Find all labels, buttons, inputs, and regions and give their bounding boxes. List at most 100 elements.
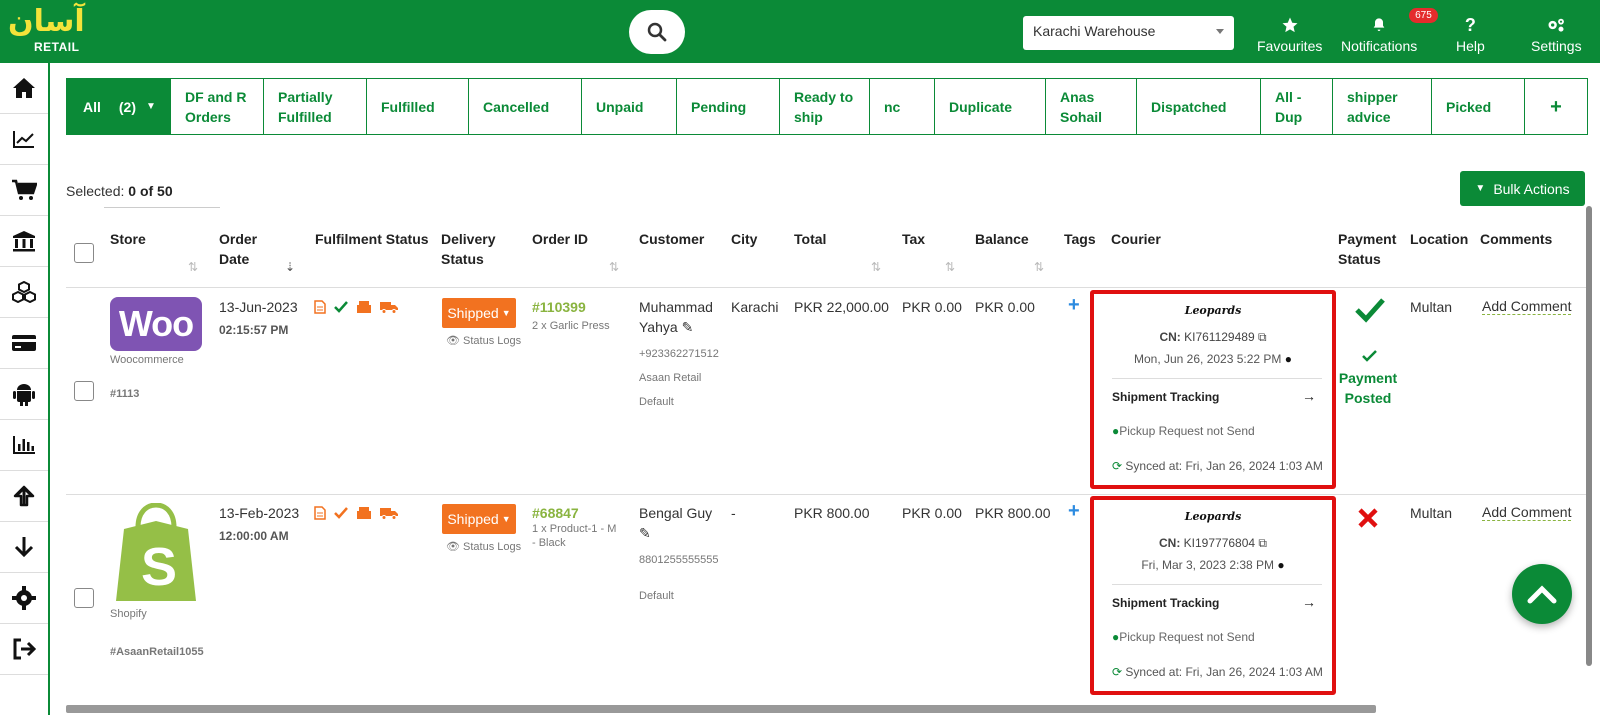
add-tag-button[interactable]: + [1068, 294, 1080, 317]
gears-icon [1548, 18, 1565, 32]
tab-pending[interactable]: Pending [677, 79, 780, 134]
sidebar-item-home[interactable] [0, 63, 48, 114]
tab-partially-fulfilled[interactable]: Partially Fulfilled [264, 79, 367, 134]
sidebar-item-payments[interactable] [0, 318, 48, 369]
tab-shipper-advice[interactable]: shipper advice [1333, 79, 1432, 134]
scroll-to-top-button[interactable] [1512, 564, 1572, 624]
truck-icon[interactable] [380, 300, 398, 314]
sync-icon[interactable]: ⟳ [1112, 665, 1122, 679]
question-icon: ? [1464, 14, 1476, 35]
nav-notifications[interactable]: 675 Notifications [1341, 8, 1438, 54]
tab-dispatched[interactable]: Dispatched [1137, 79, 1261, 134]
vertical-scrollbar[interactable] [1586, 206, 1592, 666]
status-logs-link[interactable]: 👁 Status Logs [446, 540, 521, 553]
sort-desc-icon[interactable]: ⇣ [285, 260, 295, 274]
order-city: Karachi [731, 299, 779, 315]
tab-fulfilled[interactable]: Fulfilled [367, 79, 469, 134]
add-tab-button[interactable]: + [1525, 79, 1587, 134]
tab-duplicate[interactable]: Duplicate [935, 79, 1046, 134]
sort-icon[interactable]: ⇅ [871, 260, 881, 274]
payment-check-icon [1355, 298, 1385, 323]
tab-unpaid[interactable]: Unpaid [582, 79, 677, 134]
invoice-icon[interactable] [314, 506, 326, 520]
column-header-delivery-status[interactable]: Delivery Status [441, 229, 511, 269]
column-header-customer[interactable]: Customer [639, 229, 704, 249]
delivery-status-dropdown[interactable]: Shipped ▼ [442, 298, 516, 328]
brand-logo[interactable]: آسان RETAIL [6, 4, 85, 60]
arrow-right-icon[interactable]: → [1302, 388, 1316, 404]
sidebar-item-finance[interactable] [0, 216, 48, 267]
copy-icon[interactable]: ⧉ [1258, 536, 1267, 550]
copy-icon[interactable]: ⧉ [1258, 330, 1267, 344]
column-header-balance[interactable]: Balance [975, 229, 1029, 249]
row-select-checkbox[interactable] [74, 381, 94, 401]
sort-icon[interactable]: ⇅ [945, 260, 955, 274]
customer-phone: +923362271512 [639, 348, 719, 360]
info-icon[interactable]: ● [1277, 558, 1284, 572]
sync-icon[interactable]: ⟳ [1112, 459, 1122, 473]
nav-settings[interactable]: Settings [1531, 14, 1582, 54]
bulk-actions-button[interactable]: ▼ Bulk Actions [1460, 171, 1585, 206]
shipment-tracking-link[interactable]: Shipment Tracking [1112, 390, 1219, 404]
add-comment-link[interactable]: Add Comment [1482, 298, 1572, 315]
horizontal-scrollbar[interactable] [66, 705, 1376, 713]
order-items: 1 x Product-1 - M - Black [532, 523, 617, 549]
order-tax: PKR 0.00 [902, 505, 962, 521]
sidebar-item-android[interactable] [0, 369, 48, 420]
customer-name[interactable]: Muhammad Yahya ✎ [639, 297, 719, 337]
sidebar-item-reports[interactable] [0, 420, 48, 471]
column-header-order-id[interactable]: Order ID [532, 229, 588, 249]
tab-all[interactable]: All (2) ▼ [67, 79, 171, 134]
tab-ready-to-ship[interactable]: Ready to ship [780, 79, 870, 134]
tab-cancelled[interactable]: Cancelled [469, 79, 582, 134]
tab-all-dup[interactable]: All - Dup [1261, 79, 1333, 134]
column-header-store[interactable]: Store [110, 229, 146, 249]
order-id-link[interactable]: #110399 [532, 297, 586, 317]
info-icon[interactable]: ● [1285, 352, 1292, 366]
sort-icon[interactable]: ⇅ [188, 260, 198, 274]
truck-icon[interactable] [380, 506, 398, 520]
add-tag-button[interactable]: + [1068, 500, 1080, 523]
invoice-icon[interactable] [314, 300, 326, 314]
fulfilment-icons [314, 506, 398, 520]
tab-picked[interactable]: Picked [1432, 79, 1525, 134]
add-comment-link[interactable]: Add Comment [1482, 504, 1572, 521]
arrow-right-icon[interactable]: → [1302, 594, 1316, 610]
column-header-city[interactable]: City [731, 229, 757, 249]
sidebar-item-analytics[interactable] [0, 114, 48, 165]
column-header-tax[interactable]: Tax [902, 229, 925, 249]
nav-help[interactable]: ? Help [1456, 14, 1485, 55]
pencil-icon[interactable]: ✎ [639, 523, 651, 543]
warehouse-select[interactable]: Karachi Warehouse [1023, 16, 1234, 50]
sidebar-item-upload[interactable] [0, 471, 48, 522]
payment-unpaid-x-icon [1358, 508, 1378, 528]
sort-icon[interactable]: ⇅ [609, 260, 619, 274]
nav-favourites[interactable]: Favourites [1257, 14, 1322, 54]
sort-icon[interactable]: ⇅ [1034, 260, 1044, 274]
column-header-total[interactable]: Total [794, 229, 826, 249]
customer-name[interactable]: Bengal Guy [639, 503, 712, 523]
pencil-icon[interactable]: ✎ [682, 319, 694, 335]
status-logs-link[interactable]: 👁 Status Logs [446, 334, 521, 347]
check-icon[interactable] [334, 300, 348, 314]
select-all-checkbox[interactable] [74, 243, 94, 263]
shipment-tracking-link[interactable]: Shipment Tracking [1112, 596, 1219, 610]
check-icon[interactable] [334, 506, 348, 520]
sidebar-item-download[interactable] [0, 522, 48, 573]
tab-df-and-r-orders[interactable]: DF and R Orders [171, 79, 264, 134]
delivery-status-dropdown[interactable]: Shipped ▼ [442, 504, 516, 534]
sidebar-item-orders[interactable] [0, 165, 48, 216]
boxes-icon[interactable] [356, 506, 372, 520]
column-header-fulfilment-status[interactable]: Fulfilment Status [315, 229, 429, 249]
sidebar-item-logout[interactable] [0, 624, 48, 675]
search-button[interactable] [629, 10, 685, 54]
order-id-link[interactable]: #68847 [532, 503, 579, 523]
column-header-order-date[interactable]: Order Date [219, 229, 269, 269]
tab-anas-sohail[interactable]: Anas Sohail [1046, 79, 1137, 134]
boxes-icon[interactable] [356, 300, 372, 314]
line-chart-icon [13, 131, 34, 148]
tab-nc[interactable]: nc [870, 79, 935, 134]
row-select-checkbox[interactable] [74, 588, 94, 608]
sidebar-item-settings[interactable] [0, 573, 48, 624]
sidebar-item-inventory[interactable] [0, 267, 48, 318]
